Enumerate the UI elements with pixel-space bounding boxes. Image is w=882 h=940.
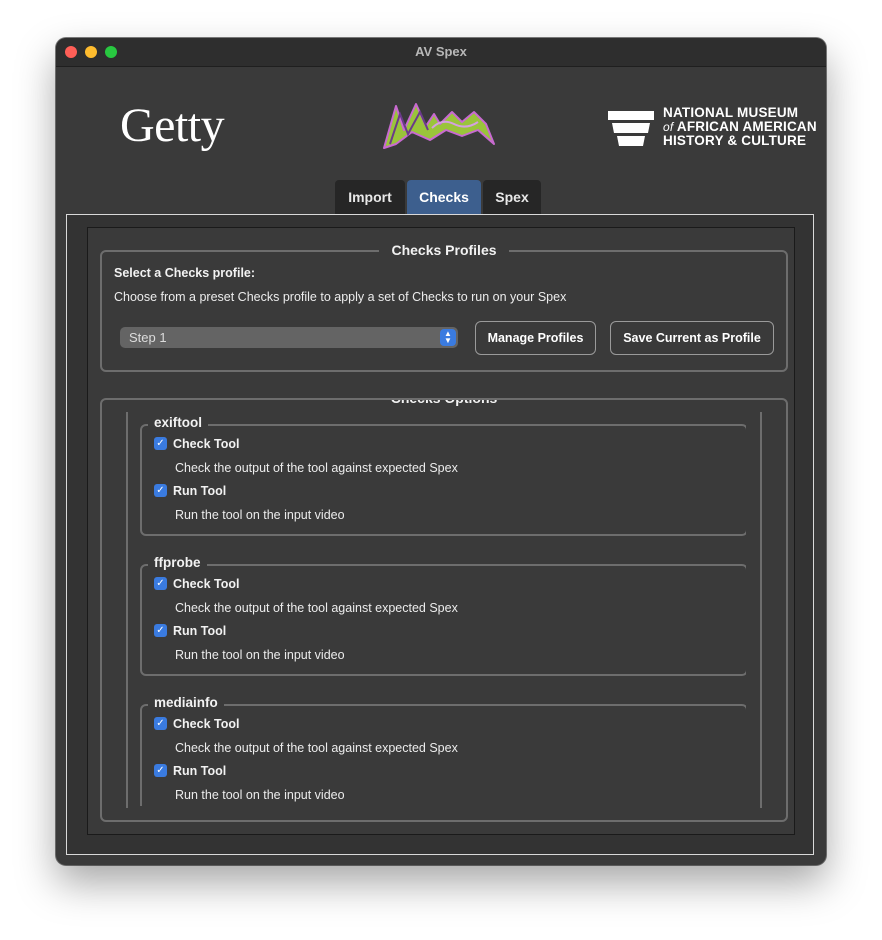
check-tool-description: Check the output of the tool against exp… xyxy=(175,741,458,755)
run-tool-label: Run Tool xyxy=(173,484,227,498)
tool-name: mediainfo xyxy=(148,694,224,712)
tool-name: exiftool xyxy=(148,414,209,432)
window-title: AV Spex xyxy=(415,44,467,59)
manage-profiles-button[interactable]: Manage Profiles xyxy=(475,321,596,355)
tab-checks[interactable]: Checks xyxy=(407,180,481,214)
check-tool-label: Check Tool xyxy=(173,577,240,591)
tab-import[interactable]: Import xyxy=(335,180,405,214)
nmaahc-line-2: AFRICAN AMERICAN xyxy=(676,119,817,134)
run-tool-label: Run Tool xyxy=(173,624,227,638)
run-tool-description: Run the tool on the input video xyxy=(175,788,345,802)
select-profile-label: Select a Checks profile: xyxy=(114,266,256,280)
run-tool-description: Run the tool on the input video xyxy=(175,508,345,522)
profile-select[interactable]: Step 1 ▲ ▼ xyxy=(120,327,458,348)
nmaahc-line-3: HISTORY & CULTURE xyxy=(663,133,807,148)
save-current-as-profile-button[interactable]: Save Current as Profile xyxy=(610,321,774,355)
checks-content: Checks Profiles Select a Checks profile:… xyxy=(87,227,795,835)
run-tool-checkbox[interactable]: ✓ xyxy=(154,764,167,777)
tool-group-ffprobe: ffprobe ✓ Check Tool Check the output of… xyxy=(140,554,746,676)
check-tool-checkbox[interactable]: ✓ xyxy=(154,577,167,590)
scroll-area-right-border[interactable] xyxy=(760,412,762,808)
nmaahc-mark-icon xyxy=(608,111,654,146)
run-tool-label: Run Tool xyxy=(173,764,227,778)
up-down-arrows-icon: ▲ ▼ xyxy=(440,329,456,346)
check-tool-checkbox[interactable]: ✓ xyxy=(154,437,167,450)
app-window: AV Spex Getty NATIONAL MUSEUM of AFRICAN… xyxy=(56,38,826,865)
tool-name: ffprobe xyxy=(148,554,207,572)
checks-options-group: Checks Options exiftool ✓ Check Tool Che… xyxy=(100,398,788,822)
tab-spex[interactable]: Spex xyxy=(483,180,541,214)
check-tool-label: Check Tool xyxy=(173,437,240,451)
getty-logo: Getty xyxy=(120,99,225,152)
check-tool-description: Check the output of the tool against exp… xyxy=(175,601,458,615)
tool-group-exiftool: exiftool ✓ Check Tool Check the output o… xyxy=(140,414,746,536)
nmaahc-of: of xyxy=(663,120,674,134)
nmaahc-line-1: NATIONAL MUSEUM xyxy=(663,105,799,120)
run-tool-checkbox[interactable]: ✓ xyxy=(154,624,167,637)
checks-options-title: Checks Options xyxy=(378,400,510,406)
check-tool-label: Check Tool xyxy=(173,717,240,731)
tools-scroll-area[interactable]: exiftool ✓ Check Tool Check the output o… xyxy=(124,410,746,806)
tool-group-mediainfo: mediainfo ✓ Check Tool Check the output … xyxy=(140,694,746,806)
check-tool-checkbox[interactable]: ✓ xyxy=(154,717,167,730)
select-profile-description: Choose from a preset Checks profile to a… xyxy=(114,290,567,304)
title-bar[interactable]: AV Spex xyxy=(56,38,826,67)
checks-tab-pane: Checks Profiles Select a Checks profile:… xyxy=(66,214,814,855)
run-tool-description: Run the tool on the input video xyxy=(175,648,345,662)
checks-profiles-title: Checks Profiles xyxy=(379,242,509,258)
checks-profiles-group: Checks Profiles Select a Checks profile:… xyxy=(100,242,788,372)
run-tool-checkbox[interactable]: ✓ xyxy=(154,484,167,497)
avspex-logo xyxy=(382,100,496,152)
check-tool-description: Check the output of the tool against exp… xyxy=(175,461,458,475)
profile-select-value: Step 1 xyxy=(129,330,167,345)
